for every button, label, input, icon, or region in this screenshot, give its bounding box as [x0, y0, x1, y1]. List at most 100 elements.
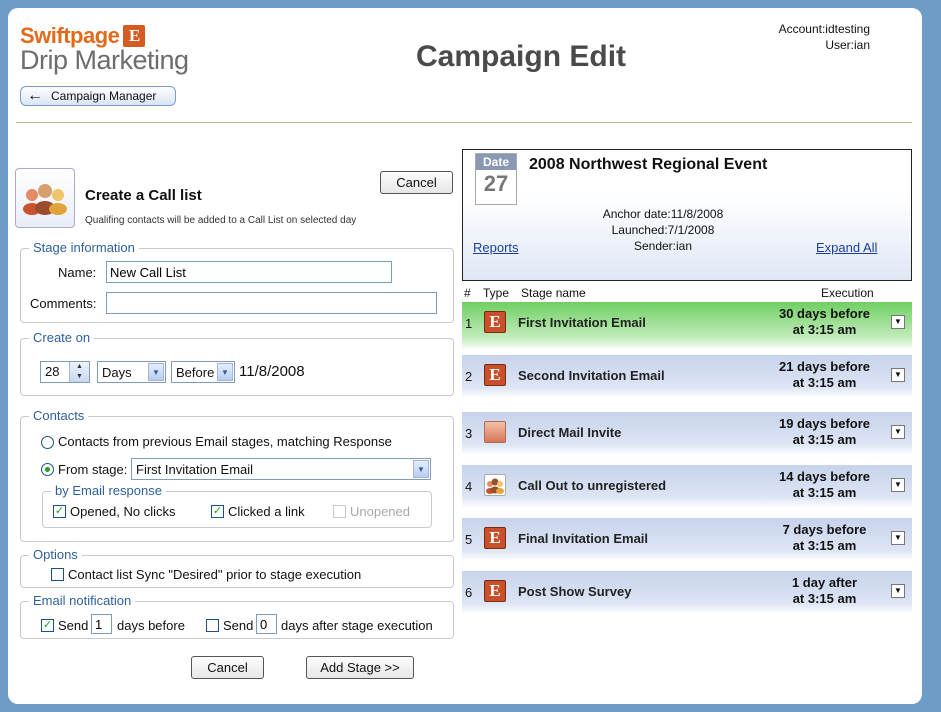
account-info: Account:idtesting User:ian [760, 21, 870, 53]
comments-input[interactable] [106, 292, 437, 314]
user-line: User:ian [825, 38, 870, 52]
stage-execution: 7 days before at 3:15 am [762, 522, 887, 554]
expand-all-link[interactable]: Expand All [816, 240, 877, 255]
create-date: 11/8/2008 [239, 363, 305, 380]
stage-name: Final Invitation Email [518, 531, 649, 546]
expand-icon[interactable]: ▼ [891, 584, 905, 598]
unopened-label: Unopened [350, 504, 410, 519]
execution-days: 1 day after [791, 575, 858, 590]
cancel-top-button[interactable]: Cancel [380, 171, 453, 194]
from-stage-select[interactable]: First Invitation Email ▼ [131, 458, 431, 480]
anchor-date: Anchor date:11/8/2008 [602, 207, 724, 221]
stage-number: 3 [465, 426, 473, 441]
contacts-group: Contacts Contacts from previous Email st… [20, 408, 454, 542]
campaign-manager-label: Campaign Manager [51, 89, 157, 103]
email-icon: E [484, 580, 506, 602]
clicked-label: Clicked a link [228, 504, 305, 519]
chevron-down-icon: ▼ [413, 460, 429, 478]
from-stage-value: First Invitation Email [136, 461, 254, 477]
execution-time: at 3:15 am [792, 432, 857, 447]
send-before-label: Send [58, 618, 89, 633]
offset-value: 28 [45, 364, 60, 379]
email-notification-legend: Email notification [29, 593, 136, 608]
days-after-input[interactable] [256, 614, 277, 634]
days-before-input[interactable] [91, 614, 112, 634]
calendar-icon: Date 27 [475, 153, 517, 205]
stage-row[interactable]: 5 E Final Invitation Email 7 days before… [462, 518, 912, 561]
offset-stepper[interactable]: 28 ▲ ▼ [40, 361, 90, 383]
email-response-group: by Email response ✓ Opened, No clicks ✓ … [42, 483, 432, 528]
stage-execution: 21 days before at 3:15 am [762, 359, 887, 391]
unit-select[interactable]: Days ▼ [97, 361, 166, 383]
account-line: Account:idtesting [778, 22, 870, 36]
stage-row[interactable]: 1 E First Invitation Email 30 days befor… [462, 302, 912, 350]
clicked-checkbox[interactable]: ✓ [211, 505, 224, 518]
chevron-down-icon: ▼ [217, 363, 233, 381]
sender: Sender:ian [633, 239, 693, 253]
expand-icon[interactable]: ▼ [891, 315, 905, 329]
col-execution-header: Execution [821, 286, 874, 300]
expand-icon[interactable]: ▼ [891, 478, 905, 492]
sync-label: Contact list Sync "Desired" prior to sta… [68, 567, 362, 582]
from-stage-radio[interactable] [41, 463, 54, 476]
opened-label: Opened, No clicks [70, 504, 176, 519]
execution-days: 30 days before [778, 306, 871, 321]
name-input[interactable] [106, 261, 392, 283]
send-before-checkbox[interactable]: ✓ [41, 619, 54, 632]
spinner-arrows-icon[interactable]: ▲ ▼ [69, 362, 89, 382]
stage-execution: 19 days before at 3:15 am [762, 416, 887, 448]
email-icon: E [484, 527, 506, 549]
opened-checkbox[interactable]: ✓ [53, 505, 66, 518]
previous-stages-radio[interactable] [41, 436, 54, 449]
name-label: Name: [58, 265, 97, 280]
email-notification-group: Email notification ✓ Send days before Se… [20, 593, 454, 639]
col-type-header: Type [483, 286, 510, 300]
logo-product: Drip Marketing [20, 45, 189, 75]
unopened-checkbox[interactable] [333, 505, 346, 518]
options-group: Options Contact list Sync "Desired" prio… [20, 547, 454, 588]
expand-icon[interactable]: ▼ [891, 368, 905, 382]
stage-execution: 14 days before at 3:15 am [762, 469, 887, 501]
stage-row[interactable]: 4 Call Out to unregistered 14 days befor… [462, 465, 912, 508]
stage-name: Post Show Survey [518, 584, 632, 599]
stage-information-legend: Stage information [29, 240, 139, 255]
expand-icon[interactable]: ▼ [891, 531, 905, 545]
from-stage-label: From stage: [58, 462, 128, 477]
options-legend: Options [29, 547, 82, 562]
event-info: Anchor date:11/8/2008 Launched:7/1/2008 … [593, 206, 733, 254]
col-name-header: Stage name [521, 286, 586, 300]
launched-date: Launched:7/1/2008 [611, 223, 715, 237]
calendar-day: 27 [483, 171, 509, 196]
logo-e-icon: E [123, 25, 146, 47]
stage-name: Call Out to unregistered [518, 478, 667, 493]
stage-row[interactable]: 2 E Second Invitation Email 21 days befo… [462, 355, 912, 398]
event-summary: Date 27 2008 Northwest Regional Event An… [462, 149, 912, 281]
stage-execution: 30 days before at 3:15 am [762, 306, 887, 338]
reports-link[interactable]: Reports [473, 240, 519, 255]
execution-time: at 3:15 am [792, 591, 857, 606]
days-before-text: days before [117, 618, 185, 633]
execution-time: at 3:15 am [792, 375, 857, 390]
stage-row[interactable]: 6 E Post Show Survey 1 day after at 3:15… [462, 571, 912, 614]
stage-number: 6 [465, 585, 473, 600]
form-title: Create a Call list [85, 187, 202, 204]
header-divider [16, 122, 912, 123]
stage-row[interactable]: 3 Direct Mail Invite 19 days before at 3… [462, 412, 912, 455]
sync-checkbox[interactable] [51, 568, 64, 581]
email-icon: E [484, 311, 506, 333]
stage-name: Direct Mail Invite [518, 425, 622, 440]
cancel-bottom-button[interactable]: Cancel [191, 656, 264, 679]
create-on-legend: Create on [29, 330, 95, 345]
unit-value: Days [102, 364, 132, 380]
direction-select[interactable]: Before ▼ [171, 361, 235, 383]
campaign-manager-button[interactable]: ← Campaign Manager [20, 86, 176, 106]
send-after-checkbox[interactable] [206, 619, 219, 632]
stage-name: First Invitation Email [518, 315, 646, 330]
stage-execution: 1 day after at 3:15 am [762, 575, 887, 607]
add-stage-button[interactable]: Add Stage >> [306, 656, 414, 679]
page-panel: Swiftpage E Drip Marketing ← Campaign Ma… [8, 8, 922, 704]
execution-days: 19 days before [778, 416, 871, 431]
stage-number: 1 [465, 316, 473, 331]
direct-mail-icon [484, 421, 506, 443]
expand-icon[interactable]: ▼ [891, 425, 905, 439]
